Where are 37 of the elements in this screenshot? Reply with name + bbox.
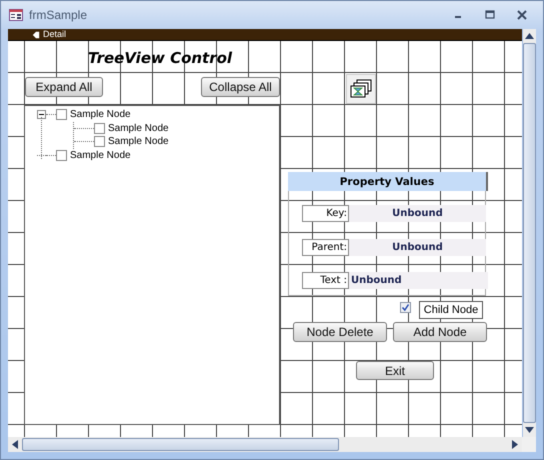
child-node-checkbox[interactable] bbox=[400, 302, 411, 313]
collapse-toggle[interactable] bbox=[37, 110, 46, 120]
checkbox-label: Child Node bbox=[419, 301, 483, 319]
hourglass-button[interactable] bbox=[346, 74, 376, 104]
scroll-down-icon[interactable] bbox=[525, 427, 534, 433]
tree-node[interactable]: Sample Node bbox=[70, 109, 131, 120]
window-title: frmSample bbox=[29, 8, 88, 22]
form-icon bbox=[9, 9, 23, 21]
field-label: Text : bbox=[302, 272, 348, 289]
value-field[interactable]: Unbound bbox=[348, 238, 486, 256]
field-label: Key: bbox=[302, 205, 348, 222]
scroll-right-icon[interactable] bbox=[512, 440, 518, 449]
horizontal-scrollbar[interactable] bbox=[8, 437, 522, 452]
node-checkbox[interactable] bbox=[94, 122, 105, 134]
close-icon[interactable] bbox=[517, 10, 527, 20]
node-delete-button[interactable]: Node Delete bbox=[293, 322, 387, 342]
value-field[interactable]: Unbound bbox=[348, 205, 486, 222]
expand-all-button[interactable]: Expand All bbox=[25, 77, 103, 97]
value-field[interactable]: Unbound bbox=[348, 272, 488, 289]
section-label: Detail bbox=[43, 29, 66, 40]
scroll-up-icon[interactable] bbox=[525, 33, 534, 39]
collapse-all-button[interactable]: Collapse All bbox=[201, 77, 280, 97]
node-checkbox[interactable] bbox=[56, 109, 67, 120]
tree-node[interactable]: Sample Node bbox=[108, 122, 169, 134]
tree-node[interactable]: Sample Node bbox=[108, 136, 169, 148]
tree-node[interactable]: Sample Node bbox=[70, 150, 131, 161]
vertical-scrollbar[interactable] bbox=[522, 29, 536, 437]
scroll-left-icon[interactable] bbox=[12, 440, 18, 449]
add-node-button[interactable]: Add Node bbox=[393, 322, 487, 342]
tree-view[interactable]: Sample Node Sample Node Sample Node Sample Node bbox=[24, 105, 280, 425]
maximize-icon[interactable] bbox=[485, 10, 495, 20]
exit-button[interactable]: Exit bbox=[356, 361, 434, 380]
node-checkbox[interactable] bbox=[94, 136, 105, 148]
field-label: Parent: bbox=[302, 238, 348, 256]
tag-icon bbox=[32, 30, 40, 38]
panel-header: Property Values bbox=[288, 172, 488, 191]
node-checkbox[interactable] bbox=[56, 150, 67, 161]
